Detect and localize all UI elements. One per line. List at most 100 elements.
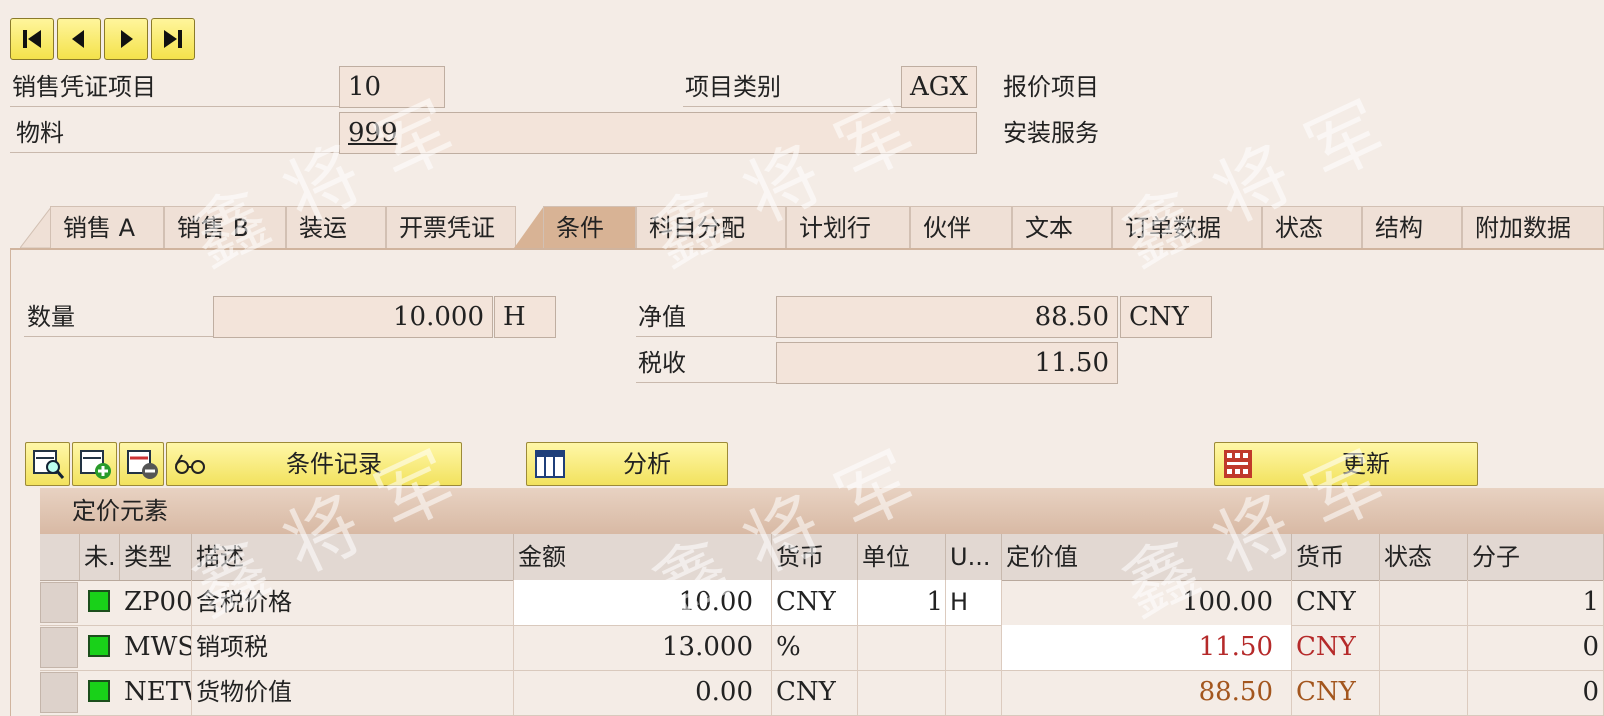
last-page-button[interactable] xyxy=(151,18,195,60)
category-label: 项目类别 xyxy=(685,73,781,101)
net-value-field[interactable]: 88.50 xyxy=(776,296,1118,338)
currency-cell: CNY xyxy=(772,670,858,715)
insert-row-button[interactable] xyxy=(72,442,117,486)
numerator-cell: 0 xyxy=(1468,670,1604,715)
tab-order-data[interactable]: 订单数据 xyxy=(1112,206,1262,248)
status-cell xyxy=(1380,625,1468,670)
column-header[interactable]: 分子 xyxy=(1468,534,1604,580)
column-header[interactable]: 类型 xyxy=(120,534,192,580)
tab-sales-a[interactable]: 销售 A xyxy=(50,206,164,248)
pricing-unit-cell[interactable]: 1 xyxy=(858,580,946,625)
tab-status[interactable]: 状态 xyxy=(1262,206,1362,248)
tab-sales-b[interactable]: 销售 B xyxy=(164,206,286,248)
tab-strip: 销售 A 销售 B 装运 开票凭证 条件 科目分配 计划行 伙伴 文本 订单数据… xyxy=(0,206,1604,252)
condition-type[interactable]: MWSI xyxy=(120,625,192,670)
condition-description: 货物价值 xyxy=(192,670,514,715)
condition-currency-cell: CNY xyxy=(1292,625,1380,670)
tab-underline xyxy=(10,248,1604,250)
tab-corner xyxy=(514,206,544,248)
currency-cell: % xyxy=(772,625,858,670)
delete-row-icon xyxy=(127,450,158,479)
row-selector[interactable] xyxy=(40,672,78,713)
condition-currency-cell: CNY xyxy=(1292,670,1380,715)
table-row[interactable]: ZP00 含税价格 10.00 CNY 1 H 100.00 CNY 1 xyxy=(40,580,1604,626)
column-header[interactable]: 定价值 xyxy=(1002,534,1292,580)
tab-billing[interactable]: 开票凭证 xyxy=(386,206,516,248)
amount-cell: 0.00 xyxy=(514,670,772,715)
next-page-button[interactable] xyxy=(104,18,148,60)
first-page-icon xyxy=(23,30,41,48)
green-status-icon xyxy=(88,590,110,612)
tab-shipping[interactable]: 装运 xyxy=(286,206,386,248)
currency-cell[interactable]: CNY xyxy=(772,580,858,625)
tab-additional-data[interactable]: 附加数据 xyxy=(1462,206,1604,248)
magnifier-icon xyxy=(33,450,65,479)
previous-page-button[interactable] xyxy=(57,18,101,60)
table-header: 未. 类型 描述 金额 货币 单位 U... 定价值 货币 状态 分子 xyxy=(40,534,1604,581)
tab-texts[interactable]: 文本 xyxy=(1012,206,1112,248)
column-header[interactable]: 金额 xyxy=(514,534,772,580)
column-header[interactable]: 单位 xyxy=(858,534,946,580)
category-description: 报价项目 xyxy=(1003,73,1099,101)
pricing-unit-cell xyxy=(858,625,946,670)
previous-page-icon xyxy=(72,30,84,48)
tab-partners[interactable]: 伙伴 xyxy=(910,206,1012,248)
column-header[interactable]: 货币 xyxy=(1292,534,1380,580)
tab-conditions[interactable]: 条件 xyxy=(543,206,636,248)
amount-cell: 13.000 xyxy=(514,625,772,670)
condition-type[interactable]: ZP00 xyxy=(120,580,192,625)
net-currency-field[interactable]: CNY xyxy=(1120,296,1212,338)
uom-cell[interactable]: H xyxy=(946,580,1002,625)
column-header[interactable]: 状态 xyxy=(1380,534,1468,580)
details-button[interactable] xyxy=(25,442,70,486)
condition-currency-cell: CNY xyxy=(1292,580,1380,625)
tab-account-assignment[interactable]: 科目分配 xyxy=(636,206,786,248)
uom-cell xyxy=(946,625,1002,670)
column-header[interactable]: 未. xyxy=(80,534,120,580)
category-field[interactable]: AGX xyxy=(901,66,977,108)
green-status-icon xyxy=(88,680,110,702)
material-label: 物料 xyxy=(16,119,64,147)
next-page-icon xyxy=(121,30,133,48)
update-button[interactable]: 更新 xyxy=(1214,442,1478,486)
uom-cell xyxy=(946,670,1002,715)
pricing-group-title: 定价元素 xyxy=(40,488,1604,534)
tab-structure[interactable]: 结构 xyxy=(1362,206,1462,248)
condition-value-cell: 100.00 xyxy=(1002,580,1292,625)
quantity-unit-field[interactable]: H xyxy=(494,296,556,338)
tax-field[interactable]: 11.50 xyxy=(776,342,1118,384)
divider xyxy=(10,106,340,107)
row-selector[interactable] xyxy=(40,582,78,623)
last-page-icon xyxy=(164,30,182,48)
divider xyxy=(636,336,776,337)
item-field[interactable]: 10 xyxy=(339,66,445,108)
column-header[interactable]: U... xyxy=(946,534,1002,580)
tab-schedule-lines[interactable]: 计划行 xyxy=(786,206,910,248)
delete-row-button[interactable] xyxy=(119,442,164,486)
divider xyxy=(10,152,340,153)
green-status-icon xyxy=(88,635,110,657)
quantity-field[interactable]: 10.000 xyxy=(213,296,493,338)
divider xyxy=(24,336,214,337)
watermark: 鑫将军 xyxy=(1108,75,1423,284)
analysis-button[interactable]: 分析 xyxy=(526,442,728,486)
update-label: 更新 xyxy=(1342,450,1390,478)
column-header[interactable]: 描述 xyxy=(192,534,514,580)
item-label: 销售凭证项目 xyxy=(12,73,156,101)
select-all-header[interactable] xyxy=(40,534,80,580)
pricing-unit-cell xyxy=(858,670,946,715)
column-header[interactable]: 货币 xyxy=(772,534,858,580)
condition-record-label: 条件记录 xyxy=(286,450,382,478)
material-description: 安装服务 xyxy=(1003,119,1099,147)
analysis-label: 分析 xyxy=(623,450,671,478)
condition-record-button[interactable]: 条件记录 xyxy=(166,442,462,486)
numerator-cell: 1 xyxy=(1468,580,1604,625)
table-row[interactable]: NETW 货物价值 0.00 CNY 88.50 CNY 0 xyxy=(40,670,1604,716)
row-selector[interactable] xyxy=(40,627,78,668)
condition-type[interactable]: NETW xyxy=(120,670,192,715)
first-page-button[interactable] xyxy=(10,18,54,60)
table-row[interactable]: MWSI 销项税 13.000 % 11.50 CNY 0 xyxy=(40,625,1604,671)
amount-cell[interactable]: 10.00 xyxy=(514,580,772,625)
material-field[interactable]: 999 xyxy=(339,112,977,154)
tax-label: 税收 xyxy=(638,349,686,377)
